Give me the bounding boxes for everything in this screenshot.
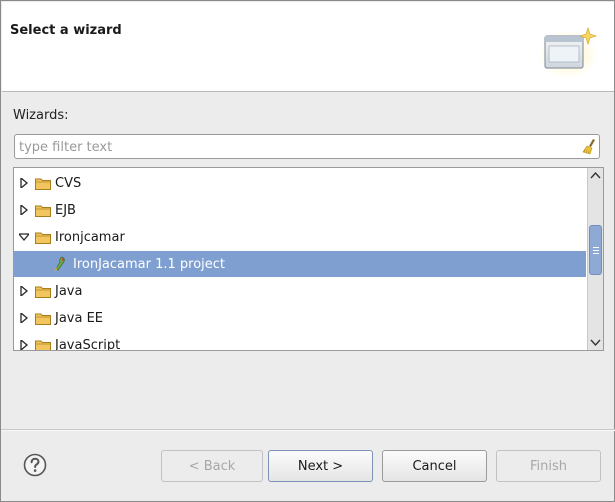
filter-input[interactable] (19, 137, 569, 157)
thumb-grip (593, 250, 599, 251)
scrollbar-thumb[interactable] (589, 225, 602, 275)
help-icon[interactable] (23, 453, 47, 477)
wizard-tree[interactable]: CVS EJB Ironjcamar IronJacamar 1.1 proje… (13, 167, 604, 351)
back-button[interactable]: < Back (161, 450, 263, 482)
expand-arrow-icon[interactable] (19, 205, 29, 215)
tree-item-ironjacamar-project[interactable]: IronJacamar 1.1 project (14, 251, 586, 277)
wizards-label: Wizards: (13, 108, 69, 123)
tree-item-label: CVS (55, 176, 82, 191)
tree-item-label: EJB (55, 203, 76, 218)
tree-scrollbar[interactable] (587, 168, 603, 350)
tree-item-label: Ironjcamar (55, 230, 125, 245)
folder-icon (35, 286, 51, 298)
tree-item-java-ee[interactable]: Java EE (14, 305, 586, 331)
folder-icon (35, 232, 51, 244)
folder-icon (35, 205, 51, 217)
expand-arrow-icon[interactable] (19, 286, 29, 296)
broom-clear-icon[interactable] (582, 138, 598, 156)
filter-field (14, 134, 600, 159)
ironjacamar-project-icon (54, 256, 65, 272)
scroll-down-arrow-icon[interactable] (589, 336, 602, 349)
dialog-title: Select a wizard (10, 23, 122, 38)
finish-button[interactable]: Finish (496, 450, 601, 482)
wizard-banner-icon (540, 27, 598, 78)
folder-icon (35, 340, 51, 350)
expand-arrow-icon[interactable] (19, 313, 29, 323)
thumb-grip (593, 247, 599, 248)
wizard-dialog: Select a wizard Wizards: type filter tex… (0, 0, 615, 502)
tree-item-label: Java (55, 284, 83, 299)
tree-item-label: IronJacamar 1.1 project (73, 257, 226, 272)
scroll-up-arrow-icon[interactable] (589, 169, 602, 182)
button-bar-separator-highlight (1, 430, 615, 431)
tree-item-javascript[interactable]: JavaScript (14, 332, 586, 350)
expand-arrow-icon[interactable] (19, 178, 29, 188)
tree-item-label: JavaScript (55, 338, 121, 350)
tree-item-ironjcamar[interactable]: Ironjcamar (14, 224, 586, 250)
expand-arrow-icon[interactable] (19, 340, 29, 350)
collapse-arrow-icon[interactable] (19, 232, 29, 242)
thumb-grip (593, 253, 599, 254)
dialog-banner: Select a wizard (2, 2, 614, 92)
folder-icon (35, 313, 51, 325)
next-button[interactable]: Next > (268, 450, 373, 482)
tree-item-label: Java EE (55, 311, 104, 326)
tree-item-ejb[interactable]: EJB (14, 197, 586, 223)
folder-icon (35, 178, 51, 190)
tree-rows: CVS EJB Ironjcamar IronJacamar 1.1 proje… (14, 168, 586, 350)
tree-item-cvs[interactable]: CVS (14, 170, 586, 196)
tree-item-java[interactable]: Java (14, 278, 586, 304)
cancel-button[interactable]: Cancel (382, 450, 487, 482)
